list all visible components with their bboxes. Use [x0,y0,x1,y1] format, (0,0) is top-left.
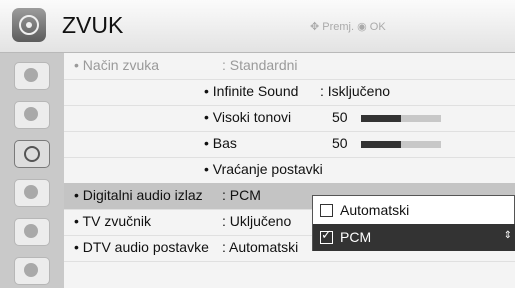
treble-level-fill [361,115,401,122]
treble-level-bar[interactable] [361,115,441,122]
sound-menu: ZVUK ✥ Premj. ◉ OK • Način zvuka : Stand… [0,0,515,288]
sidebar-item-audio[interactable] [14,140,50,168]
row-label: • Vraćanje postavki [204,161,323,177]
row-bass[interactable]: • Bas 50 [64,131,515,158]
move-hint-label: Premj. [322,21,355,33]
row-label: • Način zvuka [74,57,160,73]
bass-level-fill [361,141,401,148]
row-value: 50 [332,135,348,151]
option-automatski[interactable]: Automatski [313,197,515,224]
move-icon: ✥ [310,21,320,33]
clock-icon [24,185,38,199]
ok-icon: ◉ [357,21,367,33]
row-value: : Uključeno [222,213,292,229]
sidebar-item-lock[interactable] [14,218,50,246]
picture-icon [24,68,38,82]
row-label: • TV zvučnik [74,213,151,229]
audio-icon [24,146,40,162]
row-value: : Standardni [222,57,298,73]
row-value: : PCM [222,187,261,203]
option-label: PCM [340,229,372,245]
sidebar-item-screen[interactable] [14,101,50,129]
row-value: 50 [332,109,348,125]
row-infinite-sound[interactable]: • Infinite Sound : Isključeno [64,79,515,106]
option-icon [24,263,38,277]
bass-level-bar[interactable] [361,141,441,148]
option-label: Automatski [340,202,410,218]
row-label: • Digitalni audio izlaz [74,187,203,203]
row-sound-mode[interactable]: • Način zvuka : Standardni [64,53,515,80]
sidebar-item-time[interactable] [14,179,50,207]
check-icon: ✓ [321,227,332,242]
option-pcm[interactable]: ✓ PCM ⇕ [313,224,515,251]
row-treble[interactable]: • Visoki tonovi 50 [64,105,515,132]
digital-audio-dropdown: Automatski ✓ PCM ⇕ [312,195,515,251]
screen-icon [24,107,38,121]
row-label: • Infinite Sound [204,83,299,99]
row-label: • Visoki tonovi [204,109,292,125]
navigation-hint: ✥ Premj. ◉ OK [310,20,386,33]
scroll-arrows-icon: ⇕ [503,230,512,241]
menu-header: ZVUK ✥ Premj. ◉ OK [0,0,515,53]
checkbox: ✓ [320,227,333,244]
lock-icon [24,224,38,238]
page-title: ZVUK [62,12,124,38]
row-reset[interactable]: • Vraćanje postavki [64,157,515,184]
category-sidebar [0,53,64,288]
row-label: • Bas [204,135,237,151]
row-value: : Isključeno [320,83,391,99]
ok-hint-label: OK [369,21,386,33]
speaker-icon [12,8,46,42]
sidebar-item-option[interactable] [14,257,50,285]
row-value: : Automatski [222,239,299,255]
settings-list: • Način zvuka : Standardni • Infinite So… [64,53,515,288]
checkbox [320,204,333,217]
row-label: • DTV audio postavke [74,239,209,255]
sidebar-item-picture[interactable] [14,62,50,90]
